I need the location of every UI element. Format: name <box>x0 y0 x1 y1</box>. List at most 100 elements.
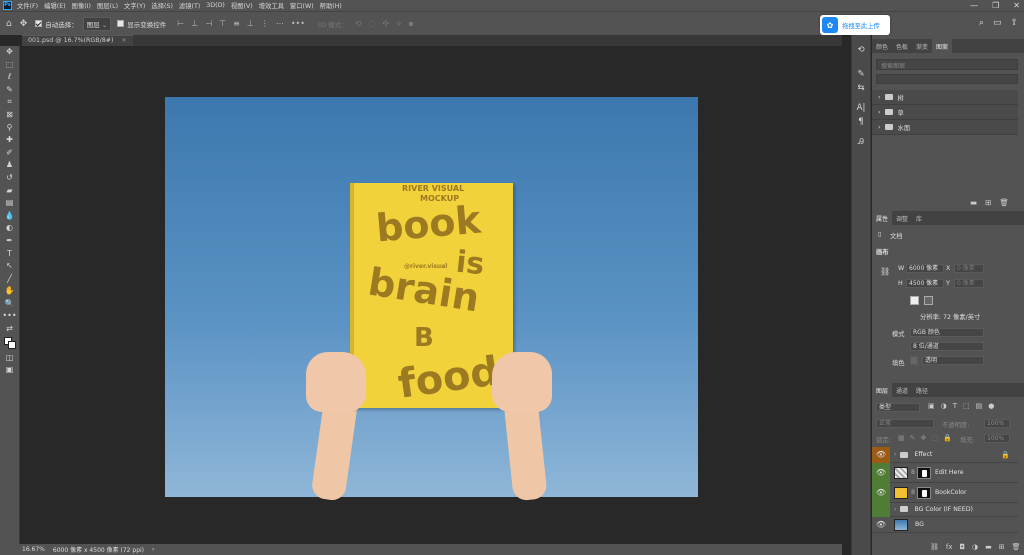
fill-dropdown[interactable]: 透明 <box>922 356 984 365</box>
new-pattern-icon[interactable]: ⊞ <box>985 198 991 207</box>
distribute-horizontal-icon[interactable]: ⋯ <box>276 19 284 28</box>
adjust-panel-icon[interactable]: ⇆ <box>852 81 870 95</box>
menu-edit[interactable]: 编辑(E) <box>44 1 66 10</box>
search-icon[interactable]: ⌕ <box>979 18 984 28</box>
close-icon[interactable]: ✕ <box>1013 1 1020 10</box>
tab-libraries[interactable]: 库 <box>912 211 926 225</box>
type-tool-icon[interactable]: T <box>0 248 19 261</box>
y-input[interactable]: 0 像素 <box>954 279 984 288</box>
move-icon[interactable]: ✥ <box>0 46 19 59</box>
layer-row-effect[interactable]: 👁 › Effect 🔒 <box>872 446 1018 463</box>
zoom-level[interactable]: 16.67% <box>22 546 45 553</box>
menu-filter[interactable]: 滤镜(T) <box>179 1 200 10</box>
brush-settings-icon[interactable]: ✎ <box>852 67 870 81</box>
align-middle-icon[interactable]: ≡ <box>233 19 240 28</box>
visibility-eye-icon[interactable]: 👁 <box>872 517 890 533</box>
tab-paths[interactable]: 路径 <box>912 383 932 397</box>
pattern-group-item[interactable]: › 草 <box>872 105 1018 120</box>
filter-smart-icon[interactable]: ▤ <box>976 402 983 410</box>
layer-row-edit-here[interactable]: 👁 8 Edit Here <box>872 462 1018 483</box>
color-swatches-icon[interactable] <box>0 336 19 352</box>
menu-type[interactable]: 文字(Y) <box>124 1 145 10</box>
filter-adjustment-icon[interactable]: ◑ <box>941 402 947 410</box>
pan-3d-icon[interactable]: ✣ <box>382 19 389 29</box>
align-right-icon[interactable]: ⊣ <box>205 19 212 28</box>
canvas-section-title[interactable]: 画布 <box>876 247 889 256</box>
quick-mask-icon[interactable]: ◫ <box>0 352 19 365</box>
auto-select-target-dropdown[interactable]: 图层 <box>82 16 112 31</box>
document-tab-close-icon[interactable]: × <box>122 37 127 44</box>
filter-shape-icon[interactable]: ⬚ <box>963 402 970 410</box>
tab-gradients[interactable]: 渐变 <box>912 39 932 53</box>
menu-view[interactable]: 视图(V) <box>231 1 253 10</box>
roll-3d-icon[interactable]: ◌ <box>368 19 375 29</box>
filter-toggle-icon[interactable]: ● <box>988 402 994 410</box>
layer-row-bg-color[interactable]: › BG Color (IF NEED) <box>872 501 1018 517</box>
eraser-icon[interactable]: ▰ <box>0 185 19 198</box>
width-input[interactable]: 6000 像素 <box>906 264 944 273</box>
screen-mode-icon[interactable]: ▣ <box>0 364 19 377</box>
height-input[interactable]: 4500 像素 <box>906 279 944 288</box>
link-dimensions-icon[interactable]: ⛓ <box>880 267 890 276</box>
frame-icon[interactable]: ⊠ <box>0 109 19 122</box>
lasso-icon[interactable]: ℓ <box>0 71 19 84</box>
menu-plugins[interactable]: 增效工具 <box>259 1 284 10</box>
menu-window[interactable]: 窗口(W) <box>290 1 314 10</box>
home-icon[interactable]: ⌂ <box>6 19 12 29</box>
path-selection-icon[interactable]: ↖ <box>0 260 19 273</box>
show-transform-checkbox[interactable] <box>117 20 125 27</box>
upload-badge[interactable]: ✿ 拖拽至此上传 <box>820 15 890 35</box>
magic-wand-icon[interactable]: ✎ <box>0 84 19 97</box>
lock-transparent-icon[interactable]: ▦ <box>898 434 905 442</box>
pattern-search-input[interactable]: 搜索图案 <box>876 59 1018 70</box>
align-bottom-icon[interactable]: ⊥ <box>247 19 254 28</box>
fill-swatch[interactable] <box>910 356 918 365</box>
blend-mode-dropdown[interactable]: 正常 <box>876 419 934 428</box>
bit-depth-dropdown[interactable]: 8 位/通道 <box>910 342 984 351</box>
tab-swatches[interactable]: 色板 <box>892 39 912 53</box>
mode-dropdown[interactable]: RGB 颜色 <box>910 328 984 337</box>
layer-row-bg[interactable]: 👁 BG <box>872 517 1018 533</box>
distribute-vertical-icon[interactable]: ⋮ <box>261 19 269 28</box>
hand-icon[interactable]: ✋ <box>0 285 19 298</box>
status-arrow-icon[interactable]: › <box>152 546 154 553</box>
history-brush-icon[interactable]: ↺ <box>0 172 19 185</box>
layer-row-bookcolor[interactable]: 👁 8 BookColor <box>872 482 1018 503</box>
landscape-orientation-icon[interactable] <box>924 296 933 305</box>
glyphs-panel-icon[interactable]: Ꭿ <box>852 135 870 149</box>
gradient-icon[interactable]: ▤ <box>0 197 19 210</box>
menu-layer[interactable]: 图层(L) <box>97 1 118 10</box>
pen-icon[interactable]: ✒ <box>0 235 19 248</box>
pattern-group-item[interactable]: › 水面 <box>872 120 1018 135</box>
paragraph-panel-icon[interactable]: ¶ <box>852 115 870 129</box>
history-panel-icon[interactable]: ⟲ <box>852 43 870 57</box>
align-top-icon[interactable]: ⊤ <box>219 19 226 28</box>
lock-position-icon[interactable]: ✥ <box>921 434 927 442</box>
scale-3d-icon[interactable]: ▪ <box>408 19 413 29</box>
fill-opacity-input[interactable]: 100% <box>984 434 1010 443</box>
pattern-group-item[interactable]: › 树 <box>872 90 1018 105</box>
visibility-eye-icon[interactable]: 👁 <box>872 462 890 483</box>
lock-artboard-icon[interactable]: ⬚ <box>931 434 938 442</box>
maximize-icon[interactable]: ❐ <box>992 1 999 10</box>
adjustment-layer-icon[interactable]: ◑ <box>972 543 978 551</box>
menu-3d[interactable]: 3D(D) <box>206 2 225 9</box>
pattern-size-slider[interactable] <box>876 74 1018 84</box>
crop-icon[interactable]: ⌗ <box>0 96 19 109</box>
delete-layer-icon[interactable]: 🗑 <box>1012 543 1021 551</box>
clone-stamp-icon[interactable]: ♟ <box>0 159 19 172</box>
eyedropper-icon[interactable]: ⚲ <box>0 122 19 135</box>
tab-adjustments[interactable]: 调整 <box>892 211 912 225</box>
workspace-icon[interactable]: ▭ <box>993 18 1002 28</box>
brush-icon[interactable]: ✐ <box>0 147 19 160</box>
slide-3d-icon[interactable]: ⟡ <box>396 19 401 29</box>
lock-all-icon[interactable]: 🔒 <box>943 434 952 442</box>
healing-brush-icon[interactable]: ✚ <box>0 134 19 147</box>
more-options-icon[interactable]: ••• <box>291 19 305 28</box>
blur-icon[interactable]: 💧 <box>0 210 19 223</box>
link-layers-icon[interactable]: ⛓ <box>930 543 939 551</box>
visibility-eye-icon[interactable]: 👁 <box>872 446 890 463</box>
expand-arrow-icon[interactable]: › <box>894 506 896 513</box>
delete-icon[interactable]: 🗑 <box>999 198 1009 207</box>
layer-filter-dropdown[interactable]: 类型 <box>876 403 920 412</box>
